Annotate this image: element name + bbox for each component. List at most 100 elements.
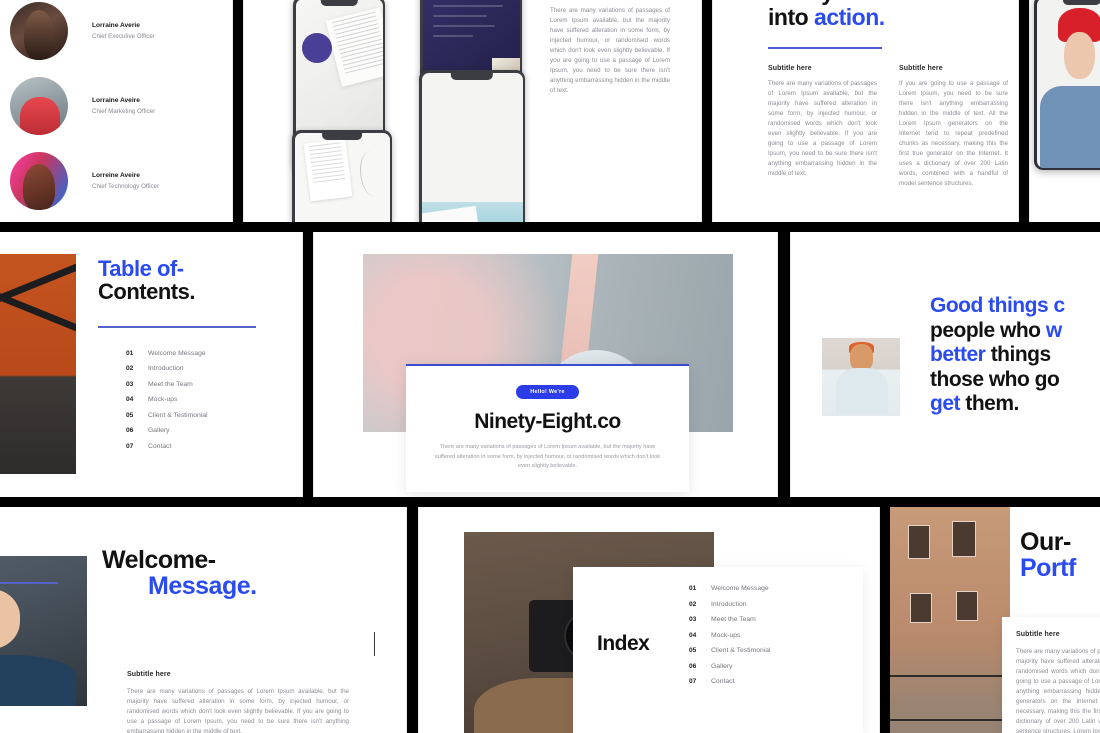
slide-index[interactable]: Index 01 Welcome Message 02 Introduction… xyxy=(418,507,880,733)
mockups-body-text: There are many variations of passages of… xyxy=(550,6,670,94)
photo-woman-portrait xyxy=(0,556,87,706)
team-member-name: Lorraine Averie xyxy=(92,22,140,29)
cover-title: Ninety-Eight.co xyxy=(474,410,621,433)
slide-table-of-contents[interactable]: Table of- Contents. 01 Welcome Message 0… xyxy=(0,232,303,497)
toc-item-number: 07 xyxy=(126,442,134,450)
slide-turn-ideas-into-action[interactable]: Turn your ideas into action. Subtitle he… xyxy=(712,0,1019,222)
action-col1-label: Subtitle here xyxy=(768,64,812,72)
toc-item[interactable]: 03 Meet the Team xyxy=(126,381,288,388)
index-item[interactable]: 05 Client & Testimonial xyxy=(689,647,854,654)
quote-line3-accent: better xyxy=(930,343,986,367)
toc-item[interactable]: 07 Contact xyxy=(126,443,288,450)
slide-quote[interactable]: Good things c people who w better things… xyxy=(790,232,1100,497)
index-item-number: 02 xyxy=(689,600,697,608)
quote-line4: those who go xyxy=(930,367,1060,391)
toc-item-number: 01 xyxy=(126,349,134,357)
hoodie-shape xyxy=(836,367,888,415)
slide-gallery-photo[interactable] xyxy=(1029,0,1100,222)
slide-our-portfolio[interactable]: Our- Portf Subtitle here There are many … xyxy=(890,507,1100,733)
team-member-row[interactable]: Lorreine Aveire Chief Technology Officer xyxy=(10,152,159,210)
window-shape xyxy=(952,521,976,557)
index-item[interactable]: 01 Welcome Message xyxy=(689,585,854,592)
toc-item[interactable]: 02 Introduction xyxy=(126,365,288,372)
index-item[interactable]: 04 Mock-ups xyxy=(689,632,854,639)
quote-line5-accent: get xyxy=(930,392,961,416)
toc-item[interactable]: 05 Client & Testimonial xyxy=(126,412,288,419)
slide-meet-the-team[interactable]: Lorraine Averie Chief Executive Officer … xyxy=(0,0,233,222)
avatar-photo-ceo xyxy=(10,2,68,60)
team-member-role: Chief Marketing Officer xyxy=(92,108,156,115)
toc-item-label: Welcome Message xyxy=(148,349,206,357)
index-item[interactable]: 07 Contact xyxy=(689,678,854,685)
index-list: 01 Welcome Message 02 Introduction 03 Me… xyxy=(689,585,854,694)
index-item[interactable]: 02 Introduction xyxy=(689,601,854,608)
welcome-title-line1: Welcome- xyxy=(102,546,216,574)
team-member-name: Lorraine Aveire xyxy=(92,97,140,104)
phone-notch xyxy=(1062,0,1100,5)
toc-item[interactable]: 04 Mock-ups xyxy=(126,396,288,403)
phone-screen xyxy=(421,72,523,222)
team-member-row[interactable]: Lorraine Averie Chief Executive Officer xyxy=(10,2,155,60)
window-shape xyxy=(908,525,930,559)
team-member-role: Chief Technology Officer xyxy=(92,183,160,190)
head-shape xyxy=(850,344,874,371)
team-member-row[interactable]: Lorraine Aveire Chief Marketing Officer xyxy=(10,77,155,135)
divider-rule xyxy=(768,46,882,49)
phone-mockup-sketch xyxy=(292,130,392,222)
phone-mockup-portrait xyxy=(1034,0,1100,170)
purple-blob-shape xyxy=(301,32,332,63)
toc-item-number: 02 xyxy=(126,365,134,373)
index-item-label: Gallery xyxy=(711,662,733,670)
toc-item-label: Gallery xyxy=(148,427,170,435)
leaf-illustration xyxy=(359,150,386,197)
paper-card xyxy=(303,138,352,201)
phone-notch xyxy=(450,72,494,80)
divider-rule xyxy=(0,582,58,584)
index-item-label: Introduction xyxy=(711,600,747,608)
index-item-number: 05 xyxy=(689,647,697,654)
slide-welcome-message[interactable]: Welcome- Message. Subtitle here There ar… xyxy=(0,507,407,733)
vertical-tick-mark xyxy=(374,632,375,656)
railing-line xyxy=(890,675,1010,677)
toc-item[interactable]: 01 Welcome Message xyxy=(126,350,288,357)
toc-item-number: 04 xyxy=(126,396,134,404)
team-member-role: Chief Executive Officer xyxy=(92,33,155,40)
denim-jacket-shape xyxy=(1040,85,1100,168)
index-item[interactable]: 06 Gallery xyxy=(689,663,854,670)
action-title-accent2: action. xyxy=(814,3,885,30)
index-item-number: 07 xyxy=(689,678,697,685)
index-title: Index xyxy=(597,632,650,655)
portfolio-title-line1: Our- xyxy=(1020,528,1071,556)
action-col2-label: Subtitle here xyxy=(899,64,943,72)
toc-item-label: Client & Testimonial xyxy=(148,411,208,419)
railing-line xyxy=(890,719,1010,721)
hello-pill-badge[interactable]: Hello! We're xyxy=(516,385,579,399)
toc-item[interactable]: 06 Gallery xyxy=(126,427,288,434)
team-member-name: Lorreine Aveire xyxy=(92,172,140,179)
index-item-number: 06 xyxy=(689,662,697,670)
divider-rule xyxy=(98,325,256,328)
window-shape xyxy=(956,591,978,621)
action-title-rest2: into xyxy=(768,3,815,30)
cover-text-card: Hello! We're Ninety-Eight.co There are m… xyxy=(406,364,689,493)
phone-screen xyxy=(294,132,390,222)
toc-item-number: 03 xyxy=(126,380,134,388)
quote-line2b: w xyxy=(1045,318,1062,342)
quote-line3-rest: things xyxy=(985,343,1052,367)
slide-product-mockups[interactable]: The Shock of the New, the Yawn xyxy=(243,0,702,222)
paper-sheet xyxy=(325,6,383,87)
action-col1-body: There are many variations of passages of… xyxy=(768,79,877,178)
quote-line2a: people who xyxy=(930,318,1046,342)
photo-man-portrait xyxy=(822,338,900,416)
index-item-number: 04 xyxy=(689,631,697,639)
slide-thumbnail-gallery: Lorraine Averie Chief Executive Officer … xyxy=(0,0,1100,733)
welcome-title-line2: Message. xyxy=(148,572,257,600)
slide-cover-ninety-eight[interactable]: Hello! We're Ninety-Eight.co There are m… xyxy=(313,232,778,497)
index-item-number: 03 xyxy=(689,616,697,623)
index-item-label: Contact xyxy=(711,678,735,685)
phone-screen xyxy=(422,0,520,80)
index-item-label: Mock-ups xyxy=(711,631,741,639)
phone-notch xyxy=(322,132,362,140)
avatar-photo-cto xyxy=(10,152,68,210)
index-item[interactable]: 03 Meet the Team xyxy=(689,616,854,623)
